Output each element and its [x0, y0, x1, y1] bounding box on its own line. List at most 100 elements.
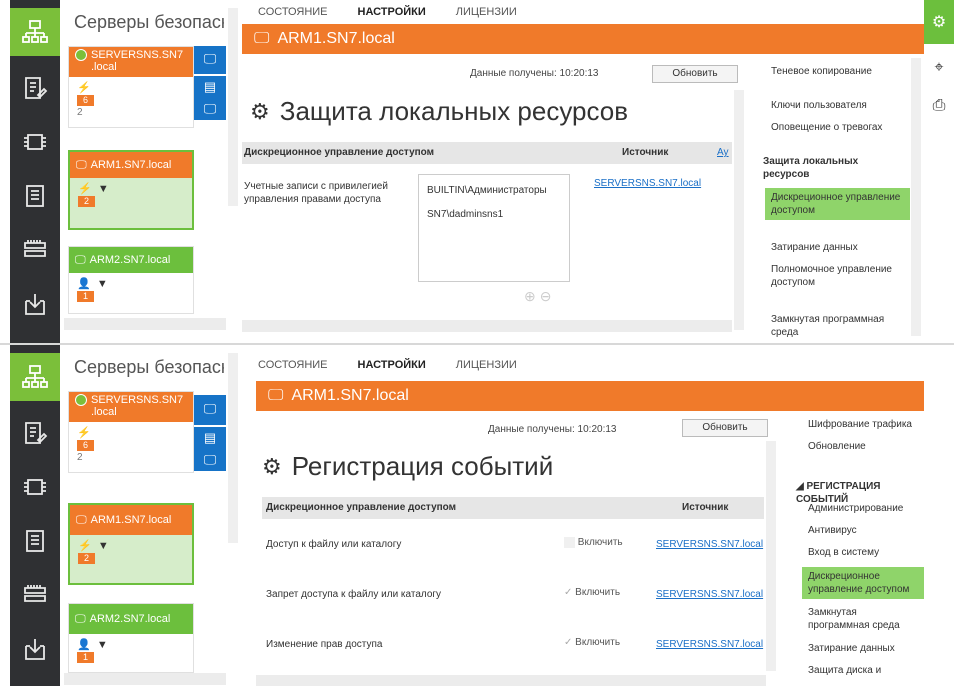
column-header-extra[interactable]: Ау — [717, 147, 729, 158]
print-icon[interactable]: ⎙ — [926, 92, 952, 120]
policy-icon[interactable] — [10, 409, 60, 457]
tab-state[interactable]: СОСТОЯНИЕ — [242, 353, 342, 377]
arm1-name: ARM1.SN7.local — [90, 159, 172, 171]
nav-item[interactable]: Вход в систему — [802, 543, 924, 562]
content-hscroll[interactable] — [256, 675, 766, 686]
column-header-source: Источник — [682, 502, 729, 513]
server-card-primary[interactable]: SERVERSNS.SN7 .local ⚡ 6 2 — [68, 391, 194, 473]
servers-hscroll[interactable] — [64, 673, 226, 685]
arm1-card[interactable]: 🖵 ARM1.SN7.local ⚡ ▼ 2 — [68, 150, 194, 230]
arm2-card-body: 👤 ▼ 1 — [69, 634, 193, 667]
accounts-list[interactable]: BUILTIN\Администраторы SN7\dadminsns1 — [418, 174, 570, 282]
download-icon[interactable] — [10, 280, 60, 328]
arm1-card[interactable]: 🖵 ARM1.SN7.local ⚡ ▼ 2 — [68, 503, 194, 585]
servers-scrollbar[interactable] — [228, 353, 238, 543]
nav-item[interactable]: Защита диска и — [802, 661, 924, 680]
server-count: 6 — [77, 95, 95, 106]
received-label: Данные получены: 10:20:13 — [470, 68, 599, 79]
nav-item[interactable]: Обновление — [802, 437, 924, 456]
refresh-button[interactable]: Обновить — [652, 65, 738, 83]
key-icon: ⚡ — [78, 540, 92, 552]
nav-item-selected[interactable]: Дискреционное управление доступом — [802, 567, 924, 599]
pin-icon[interactable]: ⌖ — [926, 54, 952, 82]
server-icon[interactable] — [10, 517, 60, 565]
nav-item[interactable]: Полномочное управление доступом — [765, 260, 910, 292]
server-name-1: SERVERSNS.SN7 — [91, 49, 184, 61]
event-row-source[interactable]: SERVERSNS.SN7.local — [656, 639, 763, 650]
page-title: ⚙ Защита локальных ресурсов — [250, 96, 629, 126]
monitor-icon: 🖵 — [268, 387, 284, 404]
tab-settings[interactable]: НАСТРОЙКИ — [342, 0, 440, 24]
nav-item[interactable]: Оповещение о тревогах — [765, 118, 910, 137]
storage-icon[interactable] — [10, 571, 60, 619]
host-titlebar: 🖵 ARM1.SN7.local — [256, 381, 924, 411]
tab-licenses[interactable]: ЛИЦЕНЗИИ — [440, 0, 531, 24]
server-count2: 2 — [77, 452, 83, 463]
nav-item[interactable]: Затирание данных — [765, 238, 910, 257]
nav-item[interactable]: Антивирус — [802, 521, 924, 540]
add-icon[interactable]: ⊕ — [524, 288, 536, 305]
policy-icon[interactable] — [10, 64, 60, 112]
settings-nav: Теневое копирование Ключи пользователя О… — [755, 54, 923, 343]
arm2-card[interactable]: 🖵 ARM2.SN7.local 👤 ▼ 1 — [68, 603, 194, 673]
checkmark-icon[interactable]: ✓ — [564, 587, 572, 598]
refresh-button[interactable]: Обновить — [682, 419, 768, 437]
storage-icon[interactable] — [10, 226, 60, 274]
event-row-source[interactable]: SERVERSNS.SN7.local — [656, 589, 763, 600]
servers-hscroll[interactable] — [64, 318, 226, 330]
nav-item[interactable]: Шифрование трафика — [802, 415, 924, 434]
servers-title: Серверы безопасн — [74, 357, 224, 377]
server-name-1: SERVERSNS.SN7 — [91, 394, 184, 406]
gear-icon: ⚙ — [262, 453, 282, 479]
monitor-tile[interactable]: 🖵 — [194, 46, 226, 74]
arm1-card-body: ⚡ ▼ 2 — [70, 535, 192, 568]
monitor-tile[interactable]: 🖵 — [194, 395, 226, 425]
content-vscroll[interactable] — [766, 441, 776, 671]
remove-icon[interactable]: ⊖ — [540, 288, 552, 305]
tab-licenses[interactable]: ЛИЦЕНЗИИ — [440, 353, 531, 377]
monitor-icon: 🖵 — [76, 158, 87, 171]
nav-group[interactable]: Защита локальных ресурсов — [757, 152, 902, 184]
servers-scrollbar[interactable] — [228, 8, 238, 206]
chip-icon[interactable] — [10, 118, 60, 166]
content-vscroll[interactable] — [734, 90, 744, 330]
arm2-count: 1 — [77, 291, 95, 302]
event-row-checkbox[interactable]: ✓ Включить — [564, 637, 620, 648]
nav-item[interactable]: Затирание данных — [802, 639, 924, 658]
arm2-name: ARM2.SN7.local — [89, 613, 171, 625]
db-tile[interactable]: ▤ 🖵 — [194, 76, 226, 120]
nav-item[interactable]: Ключи пользователя — [765, 96, 910, 115]
content-hscroll[interactable] — [242, 320, 732, 332]
monitor-icon: 🖵 — [75, 612, 86, 625]
chip-icon[interactable] — [10, 463, 60, 511]
download-icon[interactable] — [10, 625, 60, 673]
nav-item[interactable]: Теневое копирование — [765, 62, 910, 81]
account-item[interactable]: SN7\dadminsns1 — [427, 209, 503, 220]
network-icon[interactable] — [10, 8, 60, 56]
server-card-primary[interactable]: SERVERSNS.SN7 .local ⚡ 6 2 — [68, 46, 194, 128]
tab-state[interactable]: СОСТОЯНИЕ — [242, 0, 342, 24]
nav-item-selected[interactable]: Дискреционное управление доступом — [765, 188, 910, 220]
db-tile[interactable]: ▤ 🖵 — [194, 427, 226, 471]
gear-icon[interactable]: ⚙ — [926, 8, 952, 36]
arm2-card[interactable]: 🖵 ARM2.SN7.local 👤 ▼ 1 — [68, 246, 194, 314]
account-item[interactable]: BUILTIN\Администраторы — [427, 185, 547, 196]
checkbox-icon[interactable] — [564, 537, 575, 548]
server-icon[interactable] — [10, 172, 60, 220]
gear-icon: ⚙ — [250, 98, 270, 124]
tab-settings[interactable]: НАСТРОЙКИ — [342, 353, 440, 377]
nav-item[interactable]: Администрирование — [802, 499, 924, 518]
checkmark-icon[interactable]: ✓ — [564, 637, 572, 648]
arm2-card-header: 🖵 ARM2.SN7.local — [69, 247, 193, 273]
arm2-count: 1 — [77, 652, 95, 663]
nav-item[interactable]: Замкнутая программная среда — [802, 603, 924, 635]
event-row-checkbox[interactable]: Включить — [564, 537, 623, 548]
event-row-checkbox[interactable]: ✓ Включить — [564, 587, 620, 598]
nav-item[interactable]: Замкнутая программная среда — [765, 310, 910, 338]
user-icon: 👤 — [77, 278, 91, 290]
source-link[interactable]: SERVERSNS.SN7.local — [594, 178, 701, 189]
event-row-source[interactable]: SERVERSNS.SN7.local — [656, 539, 763, 550]
network-icon[interactable] — [10, 353, 60, 401]
nav-scrollbar[interactable] — [911, 58, 921, 336]
tab-bar: СОСТОЯНИЕ НАСТРОЙКИ ЛИЦЕНЗИИ — [242, 0, 924, 24]
